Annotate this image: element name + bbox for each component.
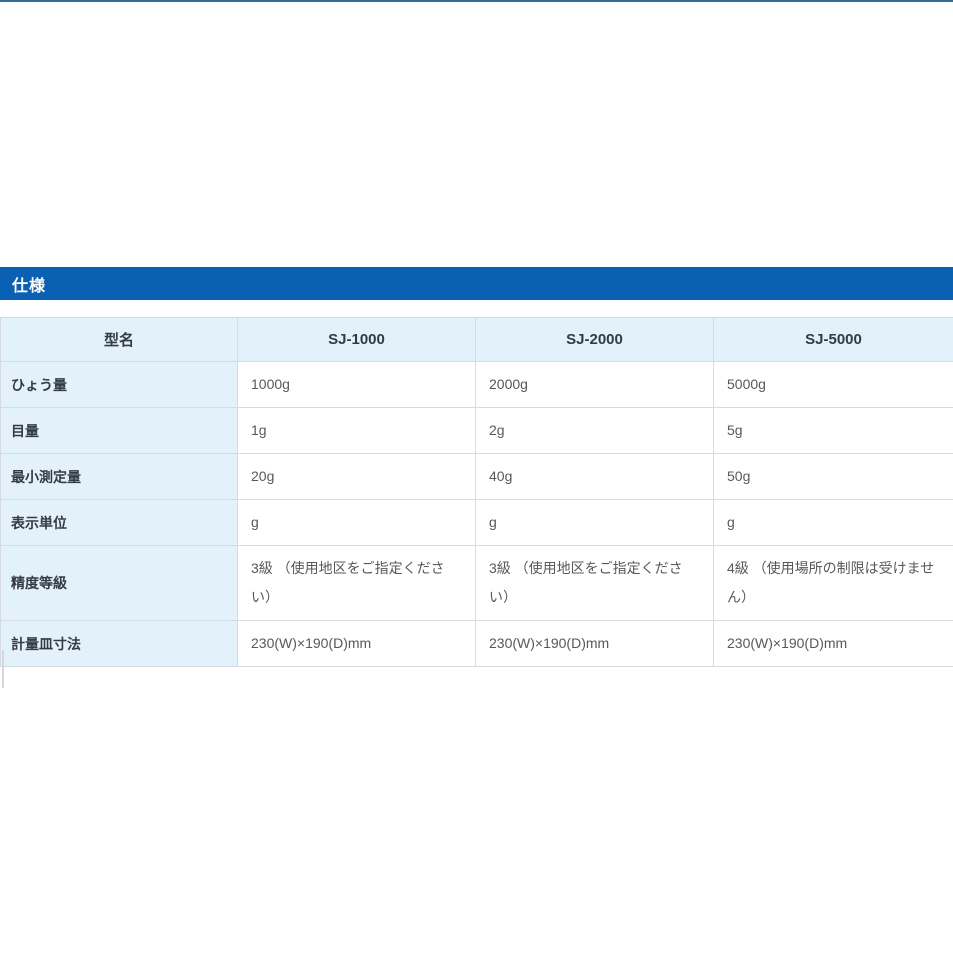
table-row: 最小測定量 20g 40g 50g — [1, 454, 953, 500]
capacity-sj1000: 1000g — [238, 362, 476, 408]
table-row: 計量皿寸法 230(W)×190(D)mm 230(W)×190(D)mm 23… — [1, 621, 953, 667]
row-label-display-unit: 表示単位 — [1, 500, 238, 546]
min-measurement-sj2000: 40g — [476, 454, 714, 500]
section-title: 仕様 — [0, 272, 46, 296]
pan-size-sj5000: 230(W)×190(D)mm — [714, 621, 953, 667]
accuracy-class-sj1000: 3級 （使用地区をご指定ください） — [238, 546, 476, 621]
min-measurement-sj1000: 20g — [238, 454, 476, 500]
row-label-capacity: ひょう量 — [1, 362, 238, 408]
scale-interval-sj2000: 2g — [476, 408, 714, 454]
header-cell-model-label: 型名 — [1, 318, 238, 362]
display-unit-sj5000: g — [714, 500, 953, 546]
section-header-bar: 仕様 — [0, 267, 953, 300]
header-cell-sj2000: SJ-2000 — [476, 318, 714, 362]
table-edge-fragment-line — [2, 650, 4, 688]
table-row: 精度等級 3級 （使用地区をご指定ください） 3級 （使用地区をご指定ください）… — [1, 546, 953, 621]
capacity-sj5000: 5000g — [714, 362, 953, 408]
table-header-row: 型名 SJ-1000 SJ-2000 SJ-5000 — [1, 318, 953, 362]
display-unit-sj1000: g — [238, 500, 476, 546]
min-measurement-sj5000: 50g — [714, 454, 953, 500]
page-top-border-line — [0, 0, 953, 2]
pan-size-sj1000: 230(W)×190(D)mm — [238, 621, 476, 667]
pan-size-sj2000: 230(W)×190(D)mm — [476, 621, 714, 667]
accuracy-class-sj2000: 3級 （使用地区をご指定ください） — [476, 546, 714, 621]
capacity-sj2000: 2000g — [476, 362, 714, 408]
table-row: 目量 1g 2g 5g — [1, 408, 953, 454]
scale-interval-sj1000: 1g — [238, 408, 476, 454]
header-cell-sj5000: SJ-5000 — [714, 318, 953, 362]
row-label-pan-size: 計量皿寸法 — [1, 621, 238, 667]
table-row: 表示単位 g g g — [1, 500, 953, 546]
display-unit-sj2000: g — [476, 500, 714, 546]
spec-table: 型名 SJ-1000 SJ-2000 SJ-5000 ひょう量 1000g 20… — [0, 317, 953, 667]
row-label-min-measurement: 最小測定量 — [1, 454, 238, 500]
table-row: ひょう量 1000g 2000g 5000g — [1, 362, 953, 408]
header-cell-sj1000: SJ-1000 — [238, 318, 476, 362]
accuracy-class-sj5000: 4級 （使用場所の制限は受けません） — [714, 546, 953, 621]
row-label-accuracy-class: 精度等級 — [1, 546, 238, 621]
scale-interval-sj5000: 5g — [714, 408, 953, 454]
row-label-scale-interval: 目量 — [1, 408, 238, 454]
